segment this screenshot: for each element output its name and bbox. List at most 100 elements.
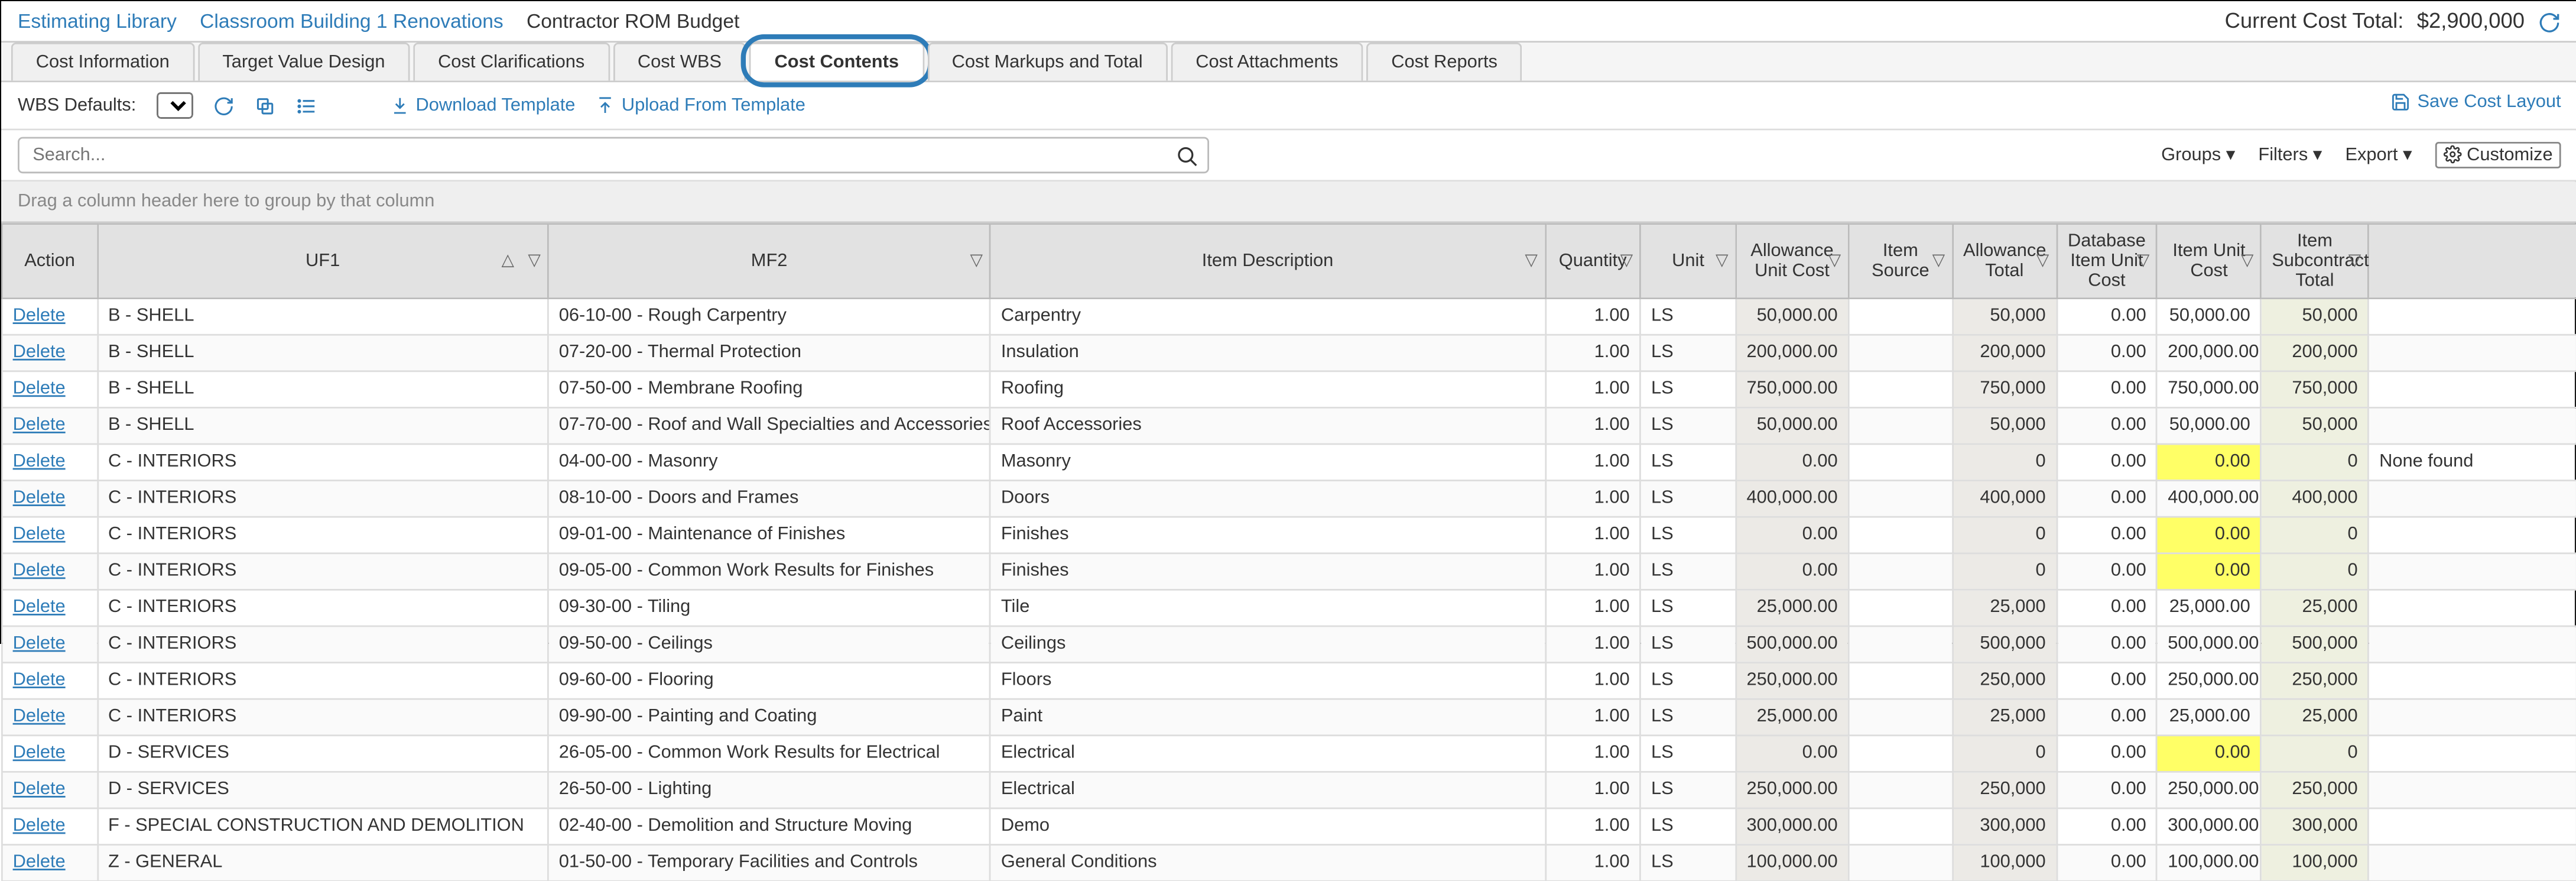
cell-mf2[interactable]: 09-90-00 - Painting and Coating — [548, 698, 990, 735]
cell-allow-uc[interactable]: 250,000.00 — [1736, 662, 1849, 698]
delete-link[interactable]: Delete — [13, 816, 66, 836]
filter-icon[interactable]: ▽ — [1620, 251, 1633, 270]
cell-qty[interactable]: 1.00 — [1545, 808, 1640, 844]
cell-iuc[interactable]: 400,000.00 — [2157, 480, 2261, 516]
cell-allow-uc[interactable]: 0.00 — [1736, 553, 1849, 590]
cell-mf2[interactable]: 07-50-00 - Membrane Roofing — [548, 371, 990, 407]
cell-mf2[interactable]: 07-20-00 - Thermal Protection — [548, 334, 990, 371]
cell-allow-uc[interactable]: 25,000.00 — [1736, 589, 1849, 626]
cell-db-iuc[interactable]: 0.00 — [2057, 516, 2157, 553]
col-mf2[interactable]: MF2▽ — [548, 223, 990, 297]
cell-allow-tot[interactable]: 50,000 — [1953, 407, 2057, 443]
cell-allow-tot[interactable]: 0 — [1953, 735, 2057, 772]
cell-iuc[interactable]: 0.00 — [2157, 443, 2261, 480]
wbs-defaults-select[interactable] — [156, 92, 193, 118]
col-allow-uc[interactable]: Allowance Unit Cost▽ — [1736, 223, 1849, 297]
cell-uf1[interactable]: B - SHELL — [98, 297, 548, 334]
cell-desc[interactable]: Insulation — [990, 334, 1545, 371]
cell-qty[interactable]: 1.00 — [1545, 480, 1640, 516]
cell-uf1[interactable]: C - INTERIORS — [98, 443, 548, 480]
cell-desc[interactable]: Carpentry — [990, 297, 1545, 334]
cell-qty[interactable]: 1.00 — [1545, 771, 1640, 808]
cell-allow-uc[interactable]: 0.00 — [1736, 735, 1849, 772]
cell-note[interactable] — [2369, 407, 2576, 443]
cell-src[interactable] — [1849, 443, 1953, 480]
cell-iuc[interactable]: 0.00 — [2157, 516, 2261, 553]
col-uf1[interactable]: UF1△▽ — [98, 223, 548, 297]
cell-iuc[interactable]: 200,000.00 — [2157, 334, 2261, 371]
cell-src[interactable] — [1849, 771, 1953, 808]
tab-cost-information[interactable]: Cost Information — [11, 42, 194, 80]
cell-allow-tot[interactable]: 0 — [1953, 443, 2057, 480]
cell-src[interactable] — [1849, 844, 1953, 880]
cell-mf2[interactable]: 07-70-00 - Roof and Wall Specialties and… — [548, 407, 990, 443]
cell-allow-uc[interactable]: 200,000.00 — [1736, 334, 1849, 371]
cell-mf2[interactable]: 06-10-00 - Rough Carpentry — [548, 297, 990, 334]
cell-mf2[interactable]: 09-60-00 - Flooring — [548, 662, 990, 698]
cell-mf2[interactable]: 01-50-00 - Temporary Facilities and Cont… — [548, 844, 990, 880]
cell-desc[interactable]: Masonry — [990, 443, 1545, 480]
filter-icon[interactable]: ▽ — [2241, 251, 2254, 270]
cell-note[interactable]: None found — [2369, 443, 2576, 480]
cell-db-iuc[interactable]: 0.00 — [2057, 553, 2157, 590]
col-unit[interactable]: Unit▽ — [1641, 223, 1736, 297]
cell-qty[interactable]: 1.00 — [1545, 735, 1640, 772]
cell-sub-tot[interactable]: 250,000 — [2261, 771, 2369, 808]
cell-sub-tot[interactable]: 200,000 — [2261, 334, 2369, 371]
filter-icon[interactable]: ▽ — [528, 251, 541, 270]
col-allow-tot[interactable]: Allowance Total▽ — [1953, 223, 2057, 297]
cell-allow-tot[interactable]: 25,000 — [1953, 589, 2057, 626]
cell-allow-tot[interactable]: 0 — [1953, 553, 2057, 590]
cell-uf1[interactable]: C - INTERIORS — [98, 589, 548, 626]
cell-db-iuc[interactable]: 0.00 — [2057, 443, 2157, 480]
delete-link[interactable]: Delete — [13, 852, 66, 872]
cell-note[interactable] — [2369, 698, 2576, 735]
delete-link[interactable]: Delete — [13, 670, 66, 690]
cell-sub-tot[interactable]: 250,000 — [2261, 662, 2369, 698]
cell-note[interactable] — [2369, 844, 2576, 880]
refresh-icon[interactable] — [2538, 8, 2561, 34]
delete-link[interactable]: Delete — [13, 779, 66, 799]
tab-cost-reports[interactable]: Cost Reports — [1366, 42, 1522, 80]
delete-link[interactable]: Delete — [13, 561, 66, 581]
delete-link[interactable]: Delete — [13, 379, 66, 399]
cell-allow-tot[interactable]: 750,000 — [1953, 371, 2057, 407]
cell-sub-tot[interactable]: 50,000 — [2261, 297, 2369, 334]
download-template-link[interactable]: Download Template — [389, 95, 576, 115]
cell-unit[interactable]: LS — [1641, 297, 1736, 334]
cell-iuc[interactable]: 50,000.00 — [2157, 297, 2261, 334]
cell-qty[interactable]: 1.00 — [1545, 589, 1640, 626]
cell-iuc[interactable]: 50,000.00 — [2157, 407, 2261, 443]
filter-icon[interactable]: ▽ — [2348, 251, 2361, 270]
cell-iuc[interactable]: 250,000.00 — [2157, 662, 2261, 698]
delete-link[interactable]: Delete — [13, 743, 66, 763]
cell-src[interactable] — [1849, 371, 1953, 407]
group-by-bar[interactable]: Drag a column header here to group by th… — [1, 181, 2576, 222]
cell-sub-tot[interactable]: 750,000 — [2261, 371, 2369, 407]
cell-allow-uc[interactable]: 250,000.00 — [1736, 771, 1849, 808]
filter-icon[interactable]: ▽ — [1716, 251, 1729, 270]
sort-asc-icon[interactable]: △ — [502, 251, 515, 270]
cell-iuc[interactable]: 300,000.00 — [2157, 808, 2261, 844]
tab-cost-markups-and-total[interactable]: Cost Markups and Total — [927, 42, 1168, 80]
delete-link[interactable]: Delete — [13, 707, 66, 727]
cell-allow-uc[interactable]: 750,000.00 — [1736, 371, 1849, 407]
cell-qty[interactable]: 1.00 — [1545, 371, 1640, 407]
cell-uf1[interactable]: C - INTERIORS — [98, 516, 548, 553]
cell-uf1[interactable]: B - SHELL — [98, 407, 548, 443]
cell-db-iuc[interactable]: 0.00 — [2057, 735, 2157, 772]
cell-note[interactable] — [2369, 480, 2576, 516]
cell-desc[interactable]: Tile — [990, 589, 1545, 626]
cell-sub-tot[interactable]: 300,000 — [2261, 808, 2369, 844]
tab-cost-clarifications[interactable]: Cost Clarifications — [413, 42, 609, 80]
cell-qty[interactable]: 1.00 — [1545, 662, 1640, 698]
cell-src[interactable] — [1849, 480, 1953, 516]
cell-unit[interactable]: LS — [1641, 516, 1736, 553]
cell-mf2[interactable]: 26-50-00 - Lighting — [548, 771, 990, 808]
col-qty[interactable]: Quantity▽ — [1545, 223, 1640, 297]
cell-db-iuc[interactable]: 0.00 — [2057, 371, 2157, 407]
cell-sub-tot[interactable]: 25,000 — [2261, 698, 2369, 735]
cell-note[interactable] — [2369, 662, 2576, 698]
cell-src[interactable] — [1849, 407, 1953, 443]
list-icon[interactable] — [295, 92, 316, 117]
